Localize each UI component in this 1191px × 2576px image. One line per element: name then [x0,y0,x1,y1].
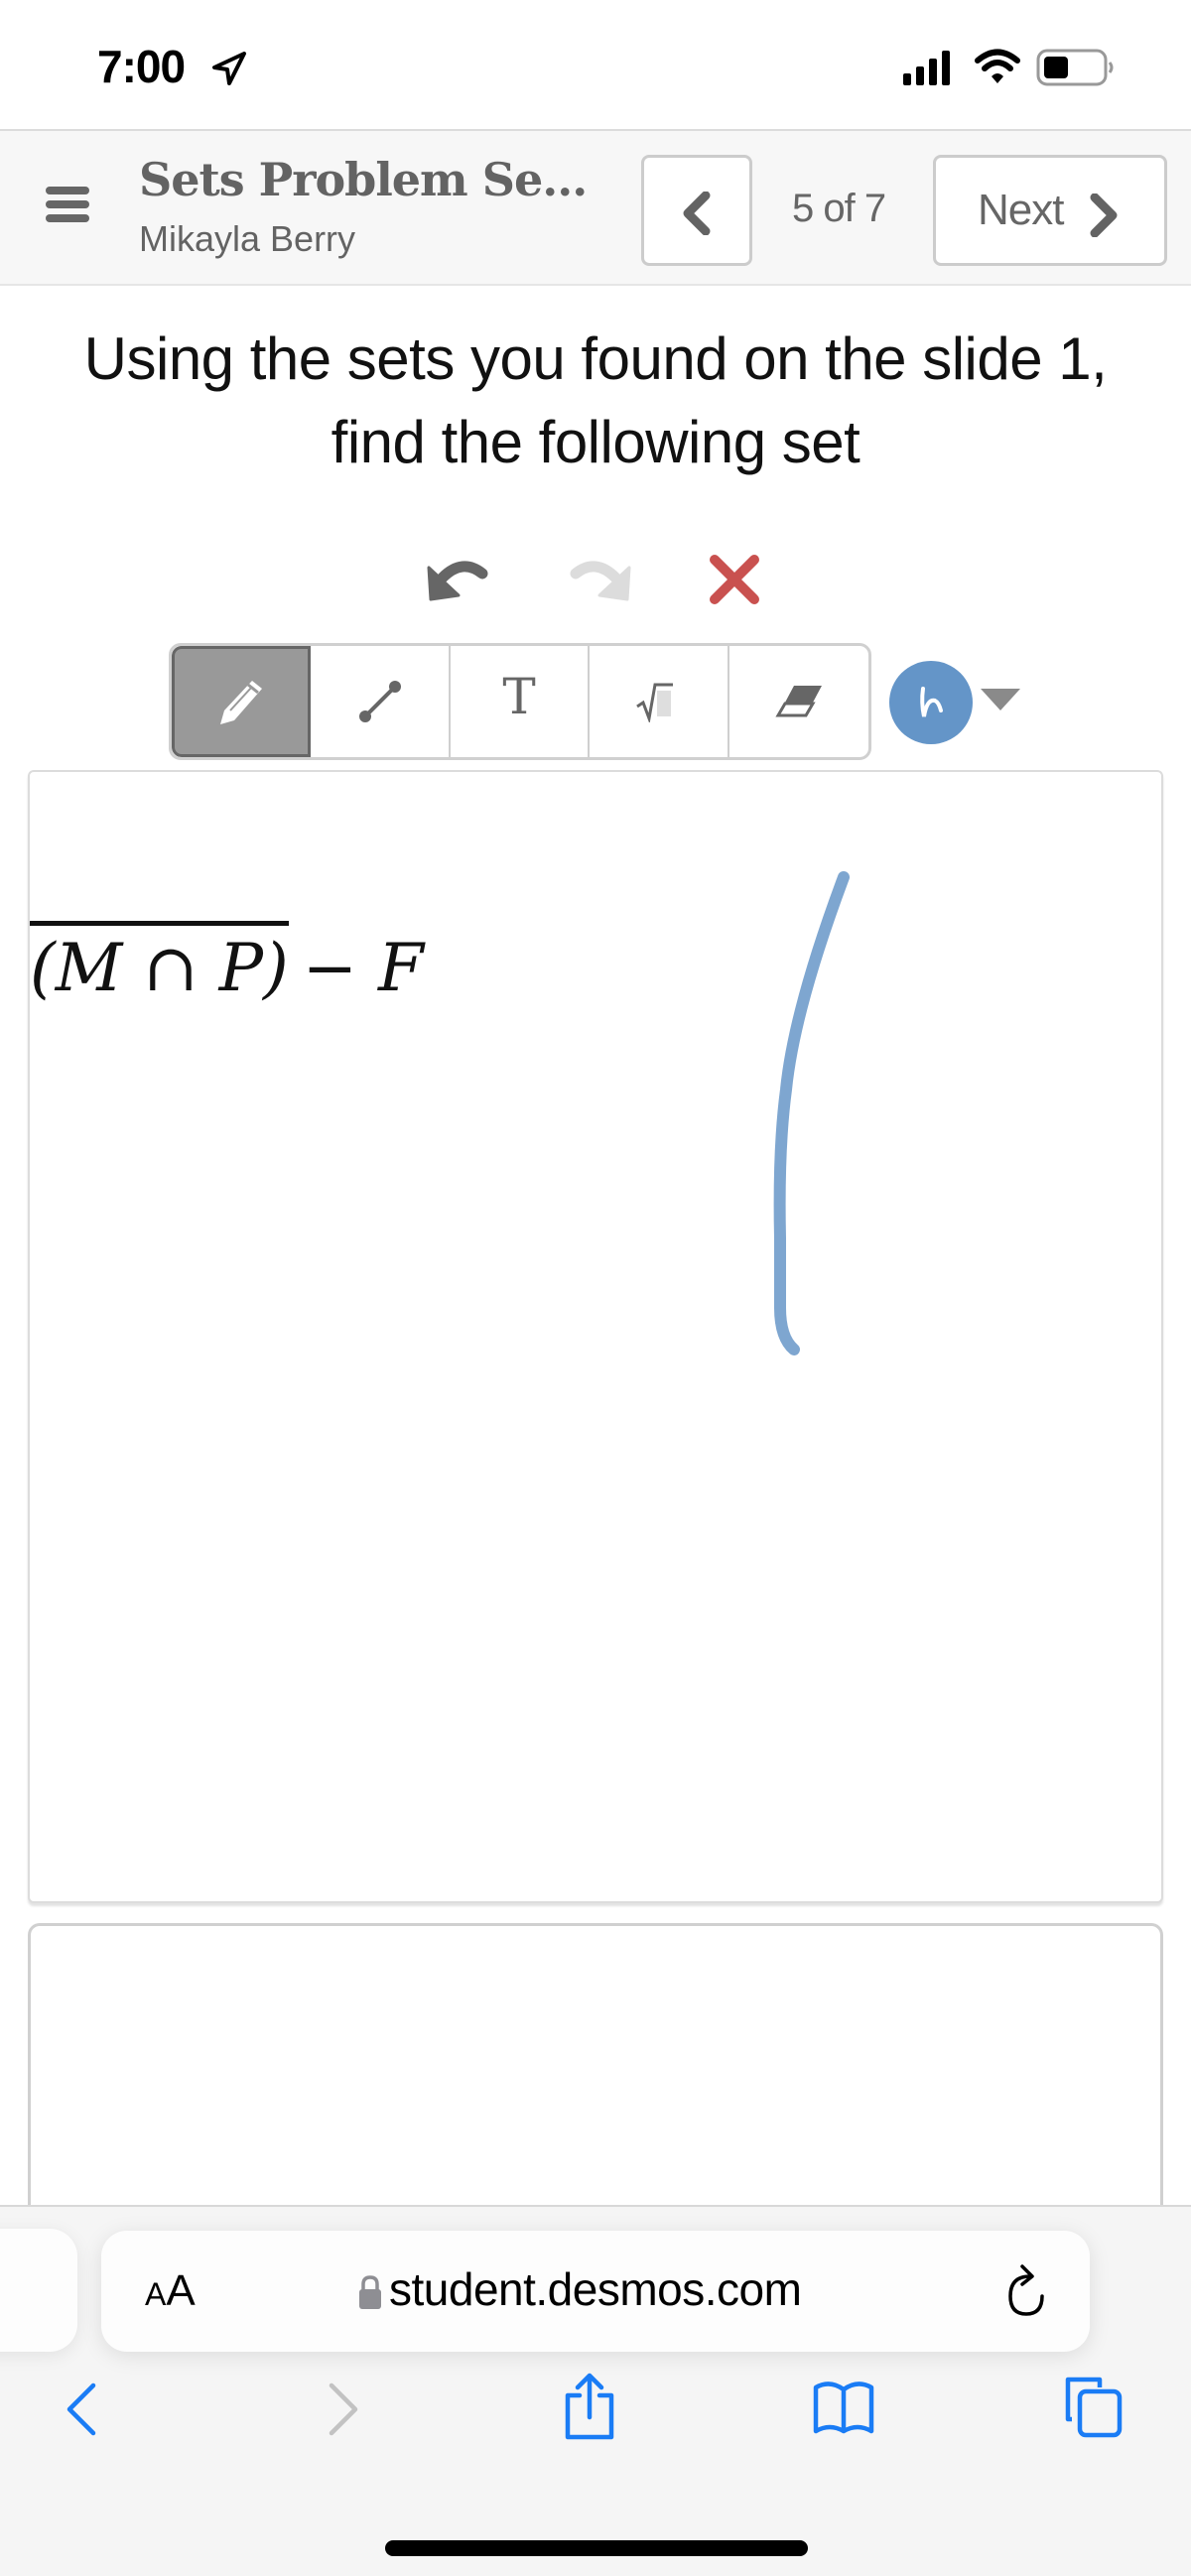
previous-screen-button[interactable] [641,155,752,266]
battery-icon [1036,49,1114,86]
redo-icon [570,561,631,601]
next-screen-button[interactable]: Next [933,155,1167,266]
student-name: Mikayla Berry [139,218,356,259]
back-chevron-icon[interactable] [62,2382,101,2437]
tool-eraser[interactable] [729,646,868,757]
eraser-icon [775,686,822,717]
wifi-icon [975,49,1020,83]
clear-x-icon[interactable] [707,552,762,607]
ink-stroke [773,871,850,1355]
squiggle-icon [920,687,943,717]
hamburger-menu-icon[interactable] [46,187,89,226]
cellular-signal-icon [903,51,950,85]
chevron-left-icon [683,192,711,235]
tool-math[interactable] [590,646,729,757]
status-bar: 7:00 [0,0,1191,129]
home-indicator [385,2540,808,2556]
share-icon[interactable] [560,2372,619,2441]
chevron-right-icon [1090,193,1118,237]
activity-title: Sets Problem Se... [139,153,588,206]
activity-header: Sets Problem Se... Mikayla Berry 5 of 7 … [0,129,1191,286]
browser-toolbar: AA student.desmos.com [0,2205,1191,2576]
tabs-icon[interactable] [1062,2374,1125,2439]
previous-tab-peek[interactable] [0,2229,77,2352]
pencil-icon [220,681,263,724]
bookmarks-book-icon[interactable] [810,2378,877,2435]
square-root-icon [636,683,674,722]
next-label: Next [978,186,1064,234]
sketch-toolbar: T [169,643,871,760]
lock-icon [359,2275,381,2309]
tool-line-segment[interactable] [311,646,451,757]
status-time: 7:00 [97,41,186,92]
caret-down-icon[interactable] [981,689,1020,710]
url-text: student.desmos.com [389,2263,802,2315]
sketch-canvas[interactable]: (M ∩ P) − F [28,770,1163,1903]
forward-chevron-icon [329,2383,358,2436]
tool-pencil[interactable] [172,646,312,757]
line-segment-icon [358,681,401,722]
text-size-button[interactable]: AA [145,2266,196,2316]
location-arrow-icon [212,52,246,85]
text-icon: T [502,668,536,725]
color-picker-button[interactable] [889,661,973,744]
reload-icon[interactable] [1004,2264,1048,2318]
tool-text[interactable]: T [451,646,591,757]
question-prompt: Using the sets you found on the slide 1,… [83,325,1108,475]
address-bar[interactable]: AA student.desmos.com [101,2231,1090,2352]
page-indicator: 5 of 7 [792,187,886,230]
undo-icon[interactable] [425,556,494,605]
